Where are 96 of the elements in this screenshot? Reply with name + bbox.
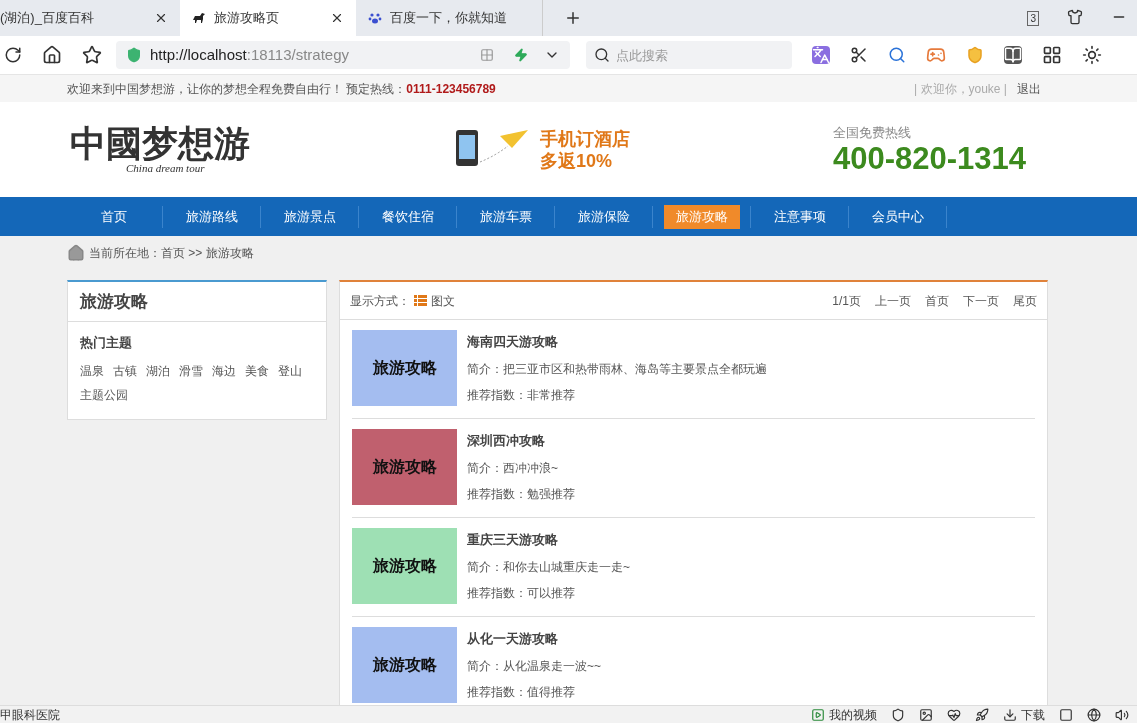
heart-icon[interactable]: [947, 707, 961, 722]
display-mode[interactable]: 图文: [431, 291, 455, 310]
magnifier-icon[interactable]: [888, 46, 906, 64]
speaker-icon[interactable]: [1115, 707, 1129, 722]
logout-link[interactable]: 退出: [1017, 79, 1041, 98]
translate-icon[interactable]: [812, 46, 830, 64]
page-indicator: 1/1页: [832, 292, 861, 310]
article-thumbnail[interactable]: 旅游攻略: [352, 330, 457, 406]
shirt-icon[interactable]: [1067, 9, 1083, 25]
display-label: 显示方式：: [350, 292, 410, 310]
phone-label: 全国免费热线: [833, 123, 912, 142]
nav-item[interactable]: 旅游车票: [467, 204, 544, 229]
topic-link[interactable]: 滑雪: [179, 362, 203, 380]
list-icon: [414, 295, 427, 306]
search-icon: [594, 47, 610, 63]
article-intro: 简介：西冲冲浪~: [467, 459, 559, 477]
address-field[interactable]: http://localhost:18113/strategy: [116, 41, 570, 69]
browser-tab[interactable]: 旅游攻略页: [180, 0, 356, 36]
status-link[interactable]: 甲眼科医院: [0, 705, 60, 723]
url-text: http://localhost:18113/strategy: [150, 44, 351, 65]
article-thumbnail[interactable]: 旅游攻略: [352, 627, 457, 703]
topic-link[interactable]: 登山: [278, 362, 302, 380]
home-icon: [67, 244, 85, 262]
brightness-icon[interactable]: [1082, 45, 1102, 65]
article-rating: 推荐指数：可以推荐: [467, 584, 576, 602]
pager-link[interactable]: 尾页: [1013, 291, 1037, 310]
topic-link[interactable]: 美食: [245, 362, 269, 380]
book-icon[interactable]: [1004, 46, 1022, 64]
nav-item[interactable]: 会员中心: [859, 204, 936, 229]
section-title: 热门主题: [80, 335, 132, 350]
download-link[interactable]: 下载: [1021, 705, 1045, 723]
topic-link[interactable]: 温泉: [80, 362, 104, 380]
nav-item[interactable]: 首页: [88, 204, 139, 229]
article-intro: 简介：把三亚市区和热带雨林、海岛等主要景点全都玩遍: [467, 360, 767, 378]
topic-link[interactable]: 古镇: [113, 362, 137, 380]
welcome-text: 欢迎来到中国梦想游，让你的梦想全程免费自由行！ 预定热线：: [67, 80, 407, 98]
phone-number: 400-820-1314: [833, 142, 1027, 177]
hotline-number: 0111-123456789: [406, 80, 496, 98]
article-title[interactable]: 重庆三天游攻略: [467, 530, 630, 550]
window-icon[interactable]: [1059, 707, 1073, 722]
nav-item[interactable]: 旅游保险: [565, 204, 642, 229]
article-title[interactable]: 从化一天游攻略: [467, 629, 601, 649]
reload-icon[interactable]: [4, 46, 22, 64]
close-icon[interactable]: [330, 11, 344, 25]
article-rating: 推荐指数：勉强推荐: [467, 485, 575, 503]
article-thumbnail[interactable]: 旅游攻略: [352, 429, 457, 505]
article-title[interactable]: 深圳西冲攻略: [467, 431, 575, 451]
tab-title: 旅游攻略页: [214, 9, 280, 28]
thumbnail-text: 旅游攻略: [372, 357, 437, 379]
scissors-icon[interactable]: [850, 46, 868, 64]
logo-tagline: China dream tour: [126, 162, 206, 177]
video-link[interactable]: 我的视频: [829, 705, 877, 723]
apps-icon[interactable]: [1042, 45, 1062, 65]
tab-title: (湖泊)_百度百科: [0, 9, 95, 28]
thumbnail-text: 旅游攻略: [372, 456, 437, 478]
site-logo: 中國梦想游: [70, 122, 251, 165]
nav-item[interactable]: 餐饮住宿: [369, 204, 446, 229]
download-icon[interactable]: [1003, 707, 1017, 722]
nav-item[interactable]: 旅游路线: [173, 204, 250, 229]
topic-link[interactable]: 湖泊: [146, 362, 170, 380]
pager-link[interactable]: 首页: [925, 291, 949, 310]
breadcrumb: 当前所在地：首页 >> 旅游攻略: [89, 245, 254, 262]
shield-icon[interactable]: [891, 707, 905, 722]
article-rating: 推荐指数：值得推荐: [467, 683, 576, 701]
promo-text: 多返10%: [540, 149, 614, 172]
topic-link[interactable]: 主题公园: [80, 386, 128, 404]
sidebar-title: 旅游攻略: [80, 290, 148, 313]
article-rating: 推荐指数：非常推荐: [467, 386, 576, 404]
article-intro: 简介：从化温泉走一波~~: [467, 657, 601, 675]
pager-link[interactable]: 下一页: [963, 291, 999, 310]
video-icon[interactable]: [811, 707, 825, 722]
user-greeting: | 欢迎你，youke |: [914, 80, 1007, 98]
secure-icon: [126, 47, 142, 63]
article-title[interactable]: 海南四天游攻略: [467, 332, 767, 352]
thumbnail-text: 旅游攻略: [372, 654, 437, 676]
image-icon[interactable]: [919, 707, 933, 722]
globe-icon[interactable]: [1087, 707, 1101, 722]
nav-item[interactable]: 旅游景点: [271, 204, 348, 229]
bookmark-icon[interactable]: [82, 45, 102, 65]
gamepad-icon[interactable]: [926, 45, 946, 65]
article-intro: 简介：和你去山城重庆走一走~: [467, 558, 630, 576]
paw-icon: [368, 11, 382, 25]
promo-text: 手机订酒店: [540, 127, 631, 150]
topic-link[interactable]: 海边: [212, 362, 236, 380]
lightning-icon[interactable]: [514, 48, 528, 62]
thumbnail-text: 旅游攻略: [372, 555, 437, 577]
search-field[interactable]: 点此搜索: [586, 41, 792, 69]
horse-icon: [192, 12, 206, 24]
tab-count[interactable]: 3: [1027, 11, 1039, 26]
pager-link[interactable]: 上一页: [875, 291, 911, 310]
rocket-icon[interactable]: [975, 707, 989, 722]
article-thumbnail[interactable]: 旅游攻略: [352, 528, 457, 604]
nav-item[interactable]: 注意事项: [761, 204, 838, 229]
tab-title: 百度一下，你就知道: [390, 9, 508, 28]
close-icon[interactable]: [154, 11, 168, 25]
home-icon[interactable]: [42, 45, 62, 65]
